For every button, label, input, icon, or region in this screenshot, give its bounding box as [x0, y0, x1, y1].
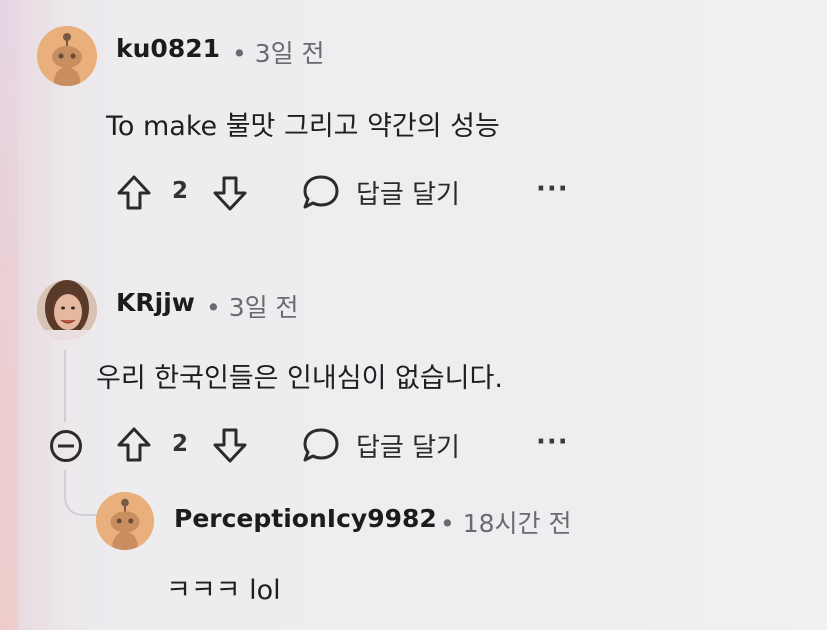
upvote-button[interactable] [116, 426, 152, 464]
upvote-button[interactable] [116, 174, 152, 212]
avatar[interactable] [37, 26, 97, 86]
vote-count: 2 [172, 178, 189, 204]
reply-bubble-icon [303, 175, 339, 209]
timestamp: • 18시간 전 [440, 509, 572, 538]
more-options-icon[interactable]: ··· [536, 174, 569, 204]
comment-text: 우리 한국인들은 인내심이 없습니다. [96, 363, 503, 394]
reply-label[interactable]: 답글 달기 [356, 427, 460, 464]
more-options-icon[interactable]: ··· [536, 427, 569, 457]
comment-text: To make 불맛 그리고 약간의 성능 [106, 111, 500, 142]
snoo-avatar-icon [37, 26, 97, 86]
downvote-icon [213, 176, 247, 211]
thread-line [64, 350, 66, 422]
background-edge [0, 0, 18, 630]
comment-text: ㅋㅋㅋ lol [166, 575, 281, 606]
reply-button[interactable] [300, 172, 342, 212]
username[interactable]: ku0821 [116, 34, 220, 63]
reply-bubble-icon [303, 428, 339, 462]
avatar[interactable] [37, 280, 97, 340]
timestamp: • 3일 전 [232, 39, 325, 68]
upvote-icon [117, 175, 151, 210]
vote-count: 2 [172, 431, 189, 457]
collapse-thread-button[interactable] [48, 428, 84, 464]
timestamp: • 3일 전 [206, 293, 299, 322]
reply-button[interactable] [300, 425, 342, 465]
reply-label[interactable]: 답글 달기 [356, 174, 460, 211]
downvote-icon [213, 428, 247, 463]
snoo-avatar-icon [96, 492, 154, 550]
thread-connector [64, 476, 100, 516]
collapse-thread-icon [50, 430, 82, 462]
username[interactable]: KRjjw [116, 288, 195, 317]
downvote-button[interactable] [212, 426, 248, 464]
upvote-icon [117, 427, 151, 462]
user-photo-avatar [37, 280, 97, 340]
avatar[interactable] [96, 492, 154, 550]
username[interactable]: PerceptionIcy9982 [174, 504, 437, 533]
downvote-button[interactable] [212, 174, 248, 212]
